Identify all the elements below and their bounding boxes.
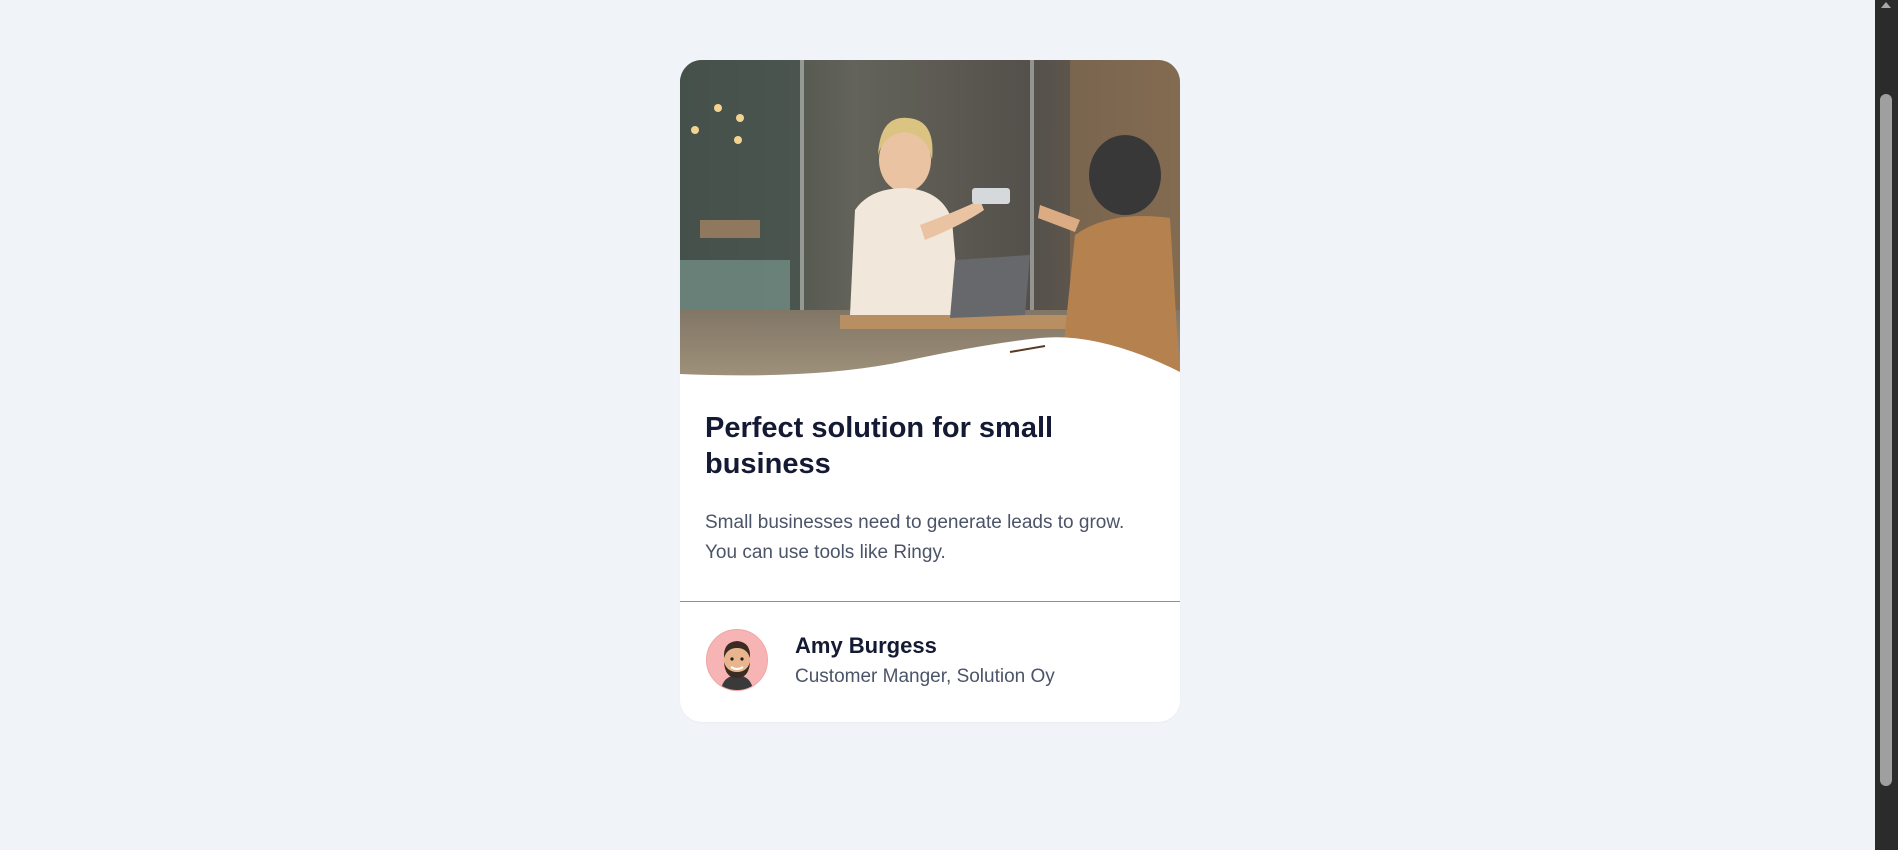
vertical-scrollbar[interactable] — [1875, 0, 1898, 850]
page-background: Perfect solution for small business Smal… — [0, 0, 1875, 850]
cafe-photo-image — [680, 60, 1180, 380]
scroll-up-arrow-icon[interactable] — [1881, 2, 1891, 8]
card-divider — [680, 601, 1180, 602]
card-title: Perfect solution for small business — [705, 412, 1054, 480]
blog-card: Perfect solution for small business Smal… — [680, 60, 1180, 722]
author-role: Customer Manger, Solution Oy — [795, 665, 1055, 687]
scrollbar-thumb[interactable] — [1880, 94, 1892, 786]
author-section: Amy Burgess Customer Manger, Solution Oy — [706, 629, 1055, 691]
author-name: Amy Burgess — [795, 632, 937, 658]
card-image — [680, 60, 1180, 380]
bearded-man-avatar-icon — [707, 630, 767, 690]
card-description: Small businesses need to generate leads … — [705, 512, 1125, 563]
author-avatar — [706, 629, 768, 691]
